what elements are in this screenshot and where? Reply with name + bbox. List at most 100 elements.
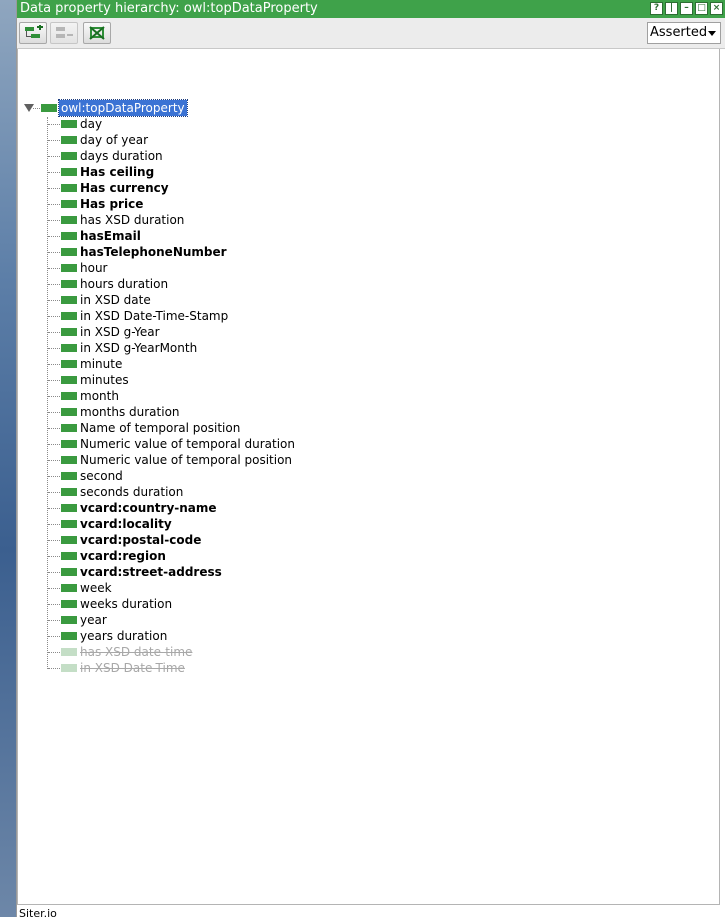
- view-mode-select[interactable]: Asserted: [647, 22, 721, 44]
- add-subproperty-icon: [25, 25, 43, 38]
- tree-item-label[interactable]: hours duration: [80, 276, 168, 292]
- tree-item[interactable]: minutes: [18, 372, 718, 388]
- close-button[interactable]: ×: [710, 2, 723, 15]
- tree-item[interactable]: vcard:country-name: [18, 500, 718, 516]
- tree-item[interactable]: vcard:region: [18, 548, 718, 564]
- tree-root-row[interactable]: owl:topDataProperty: [18, 99, 318, 117]
- tree-item-label[interactable]: Numeric value of temporal duration: [80, 436, 295, 452]
- tree-connector: [48, 508, 60, 509]
- tree-item[interactable]: hasEmail: [18, 228, 718, 244]
- toolbar: [17, 18, 725, 49]
- tree-item-label[interactable]: days duration: [80, 148, 163, 164]
- split-view-button[interactable]: |: [665, 2, 678, 15]
- tree-item[interactable]: in XSD Date-Time-Stamp: [18, 308, 718, 324]
- tree-item-label[interactable]: has XSD date-time: [80, 644, 192, 660]
- tree-item-label[interactable]: vcard:country-name: [80, 500, 217, 516]
- tree-connector: [48, 444, 60, 445]
- tree-item-label[interactable]: day of year: [80, 132, 148, 148]
- tree-item[interactable]: Numeric value of temporal duration: [18, 436, 718, 452]
- tree-connector: [48, 364, 60, 365]
- help-button[interactable]: ?: [650, 2, 663, 15]
- tree-item[interactable]: days duration: [18, 148, 718, 164]
- tree-item[interactable]: vcard:street-address: [18, 564, 718, 580]
- data-property-icon: [61, 248, 77, 256]
- tree-item-label[interactable]: vcard:region: [80, 548, 166, 564]
- tree-item[interactable]: has XSD duration: [18, 212, 718, 228]
- tree-item-label[interactable]: Has currency: [80, 180, 169, 196]
- tree-item-label[interactable]: hasEmail: [80, 228, 141, 244]
- data-property-icon: [61, 392, 77, 400]
- tree-item[interactable]: in XSD g-YearMonth: [18, 340, 718, 356]
- tree-item-label[interactable]: in XSD g-YearMonth: [80, 340, 197, 356]
- tree-item-label[interactable]: minute: [80, 356, 122, 372]
- tree-item-label[interactable]: in XSD g-Year: [80, 324, 160, 340]
- tree-item[interactable]: weeks duration: [18, 596, 718, 612]
- root-property-label[interactable]: owl:topDataProperty: [58, 99, 188, 117]
- tree-item[interactable]: in XSD Date-Time: [18, 660, 718, 676]
- tree-connector: [48, 540, 60, 541]
- tree-item-label[interactable]: in XSD Date-Time-Stamp: [80, 308, 228, 324]
- tree-item[interactable]: hours duration: [18, 276, 718, 292]
- tree-item-label[interactable]: Name of temporal position: [80, 420, 240, 436]
- tree-item[interactable]: Has ceiling: [18, 164, 718, 180]
- tree-item[interactable]: week: [18, 580, 718, 596]
- tree-item-label[interactable]: Numeric value of temporal position: [80, 452, 292, 468]
- tree-item-label[interactable]: seconds duration: [80, 484, 183, 500]
- tree-connector: [48, 268, 60, 269]
- tree-connector: [48, 460, 60, 461]
- tree-connector: [48, 604, 60, 605]
- tree-item[interactable]: Numeric value of temporal position: [18, 452, 718, 468]
- tree-item-label[interactable]: Has price: [80, 196, 143, 212]
- property-tree[interactable]: owl:topDataProperty day day of year days d…: [17, 49, 720, 905]
- maximize-button[interactable]: □: [695, 2, 708, 15]
- add-subproperty-button[interactable]: [19, 22, 47, 44]
- tree-item-label[interactable]: year: [80, 612, 107, 628]
- tree-item[interactable]: day of year: [18, 132, 718, 148]
- view-mode-value: Asserted: [650, 25, 708, 40]
- tree-item[interactable]: hour: [18, 260, 718, 276]
- tree-item-label[interactable]: minutes: [80, 372, 129, 388]
- tree-item-label[interactable]: years duration: [80, 628, 167, 644]
- data-property-icon: [61, 632, 77, 640]
- tree-item[interactable]: Has price: [18, 196, 718, 212]
- tree-item-label[interactable]: weeks duration: [80, 596, 172, 612]
- tree-item[interactable]: seconds duration: [18, 484, 718, 500]
- tree-item[interactable]: months duration: [18, 404, 718, 420]
- tree-item[interactable]: in XSD g-Year: [18, 324, 718, 340]
- tree-item[interactable]: in XSD date: [18, 292, 718, 308]
- tree-item[interactable]: vcard:locality: [18, 516, 718, 532]
- minimize-button[interactable]: –: [680, 2, 693, 15]
- tree-connector: [48, 124, 60, 125]
- tree-item-label[interactable]: month: [80, 388, 119, 404]
- tree-item-label[interactable]: day: [80, 116, 102, 132]
- add-sibling-property-button[interactable]: [50, 22, 78, 44]
- title-bar: Data property hierarchy: owl:topDataProp…: [17, 0, 725, 18]
- tree-item[interactable]: year: [18, 612, 718, 628]
- tree-item[interactable]: Name of temporal position: [18, 420, 718, 436]
- tree-item-label[interactable]: in XSD date: [80, 292, 151, 308]
- tree-item[interactable]: has XSD date-time: [18, 644, 718, 660]
- tree-item[interactable]: minute: [18, 356, 718, 372]
- tree-item[interactable]: day: [18, 116, 718, 132]
- tree-item[interactable]: Has currency: [18, 180, 718, 196]
- tree-item-label[interactable]: week: [80, 580, 112, 596]
- tree-item-label[interactable]: vcard:postal-code: [80, 532, 201, 548]
- tree-item-label[interactable]: Has ceiling: [80, 164, 154, 180]
- desktop-background: [0, 0, 16, 917]
- tree-item-label[interactable]: vcard:street-address: [80, 564, 222, 580]
- tree-item-label[interactable]: hour: [80, 260, 108, 276]
- tree-item[interactable]: years duration: [18, 628, 718, 644]
- tree-item[interactable]: vcard:postal-code: [18, 532, 718, 548]
- tree-connector: [48, 636, 60, 637]
- tree-item-label[interactable]: vcard:locality: [80, 516, 172, 532]
- tree-item-label[interactable]: months duration: [80, 404, 180, 420]
- tree-item-label[interactable]: second: [80, 468, 123, 484]
- data-property-icon: [61, 536, 77, 544]
- tree-item[interactable]: month: [18, 388, 718, 404]
- tree-item-label[interactable]: hasTelephoneNumber: [80, 244, 227, 260]
- tree-item-label[interactable]: in XSD Date-Time: [80, 660, 185, 676]
- delete-property-button[interactable]: [83, 22, 111, 44]
- tree-item[interactable]: hasTelephoneNumber: [18, 244, 718, 260]
- tree-item[interactable]: second: [18, 468, 718, 484]
- tree-item-label[interactable]: has XSD duration: [80, 212, 184, 228]
